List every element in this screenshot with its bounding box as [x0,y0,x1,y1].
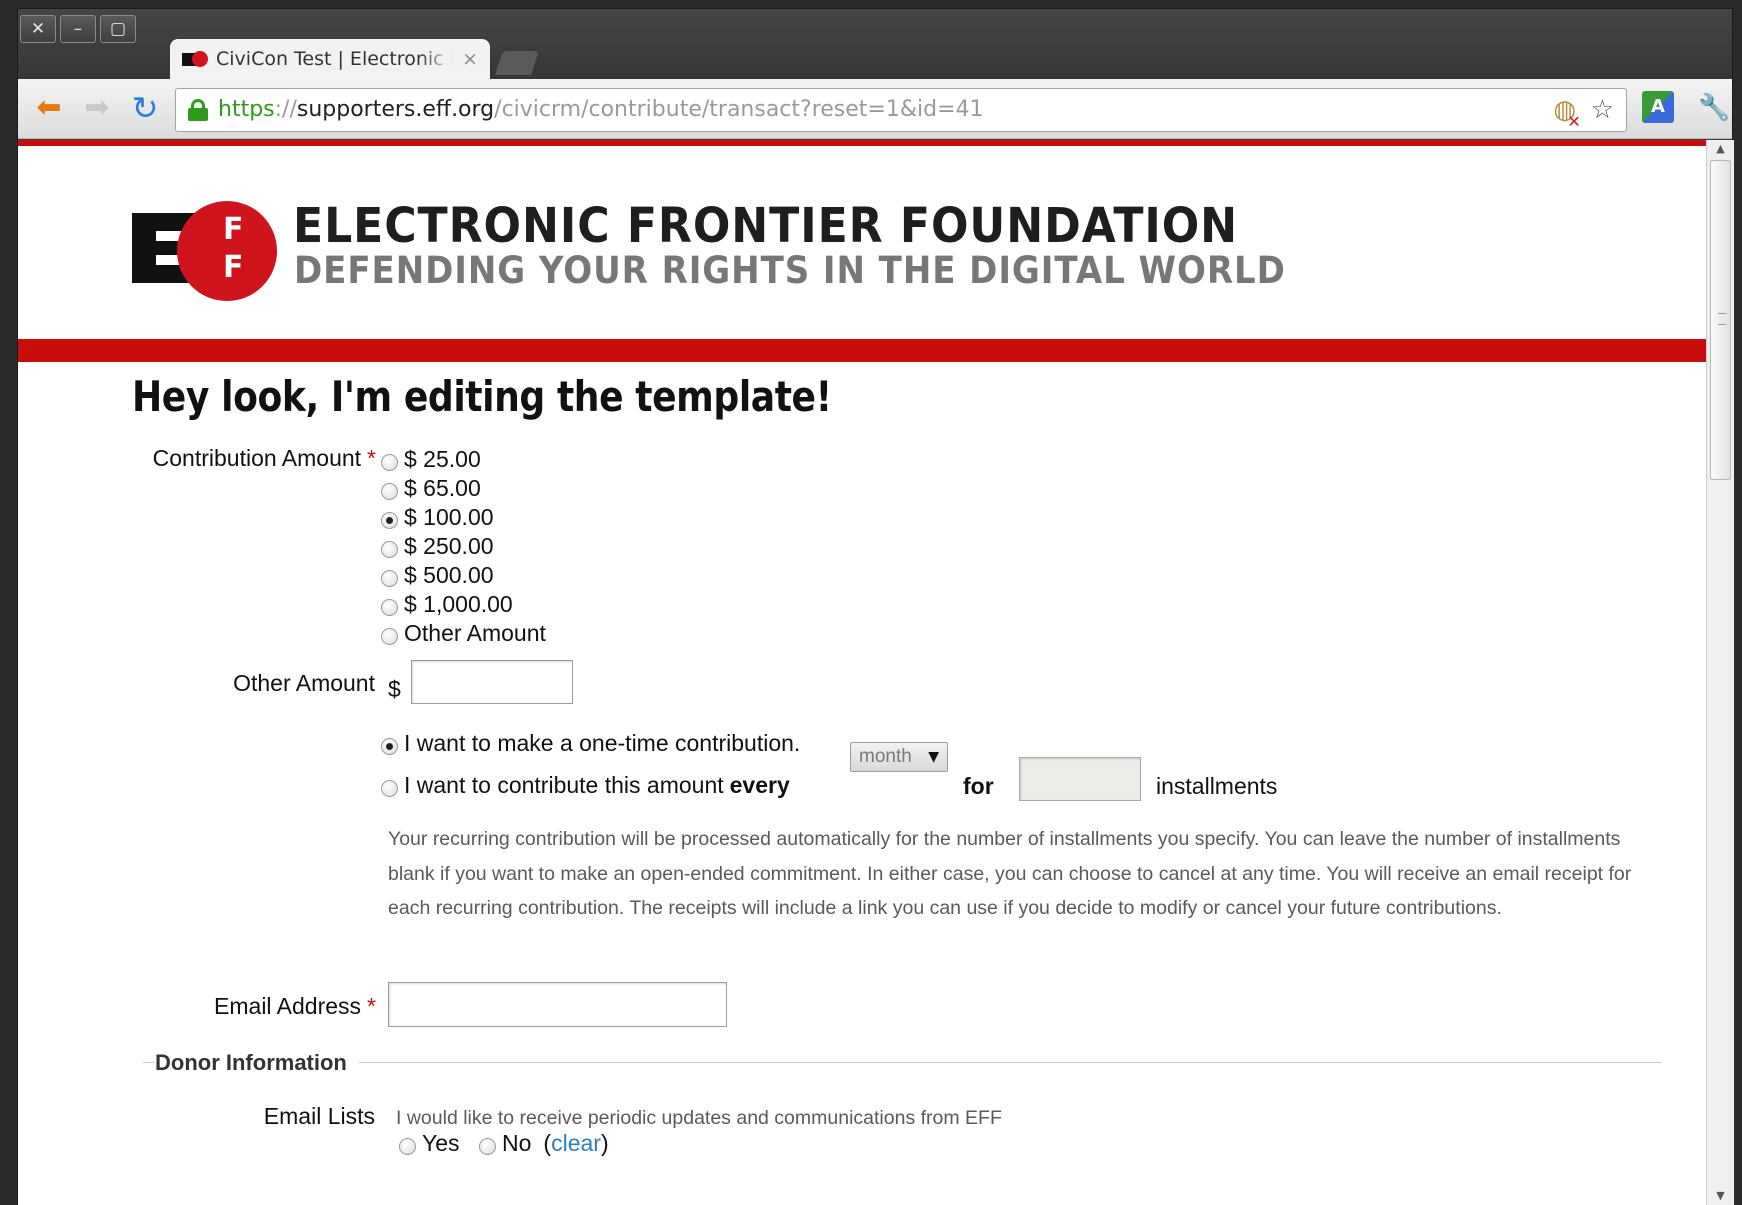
url-text[interactable]: https://supporters.eff.org/civicrm/contr… [218,97,984,122]
page-viewport: F F ELECTRONIC FRONTIER FOUNDATION DEFEN… [18,140,1706,1205]
amount-option-500[interactable]: $ 500.00 [381,561,494,590]
forward-arrow-icon[interactable]: ➡ [80,91,114,125]
frequency-unit-select[interactable]: month ▼ [850,742,948,772]
translate-icon[interactable]: A [1642,91,1674,123]
close-window-button[interactable]: ✕ [20,15,56,43]
org-tagline: DEFENDING YOUR RIGHTS IN THE DIGITAL WOR… [294,249,1286,292]
scroll-up-icon[interactable]: ▲ [1707,140,1734,158]
amount-option-65[interactable]: $ 65.00 [381,474,481,503]
amount-radio[interactable] [381,570,398,587]
page-title: Hey look, I'm editing the template! [132,372,832,421]
for-label: for [963,773,994,799]
amount-option-250[interactable]: $ 250.00 [381,532,494,561]
required-mark: * [367,993,376,1019]
tab-close-icon[interactable]: × [462,48,478,70]
chevron-down-icon: ▼ [928,749,939,765]
amount-radio[interactable] [381,628,398,645]
one-time-option[interactable]: I want to make a one-time contribution. [381,729,800,758]
amount-option-100[interactable]: $ 100.00 [381,503,494,532]
vertical-scrollbar[interactable]: ▲ ▼ [1706,140,1734,1205]
section-divider [143,1062,1661,1063]
email-lists-no-option[interactable]: No (clear) [479,1129,609,1158]
eff-favicon-icon [182,50,208,68]
reload-icon[interactable]: ↻ [128,91,162,125]
title-bar: ✕ – ▢ CiviCon Test | Electronic Frontier… [18,9,1732,79]
header-red-band [18,339,1706,362]
recurring-option[interactable]: I want to contribute this amount every [381,771,790,800]
maximize-window-button[interactable]: ▢ [100,15,136,43]
tab-title: CiviCon Test | Electronic Frontier Found… [216,48,454,70]
email-field[interactable] [388,982,727,1027]
org-name: ELECTRONIC FRONTIER FOUNDATION [293,198,1239,254]
installments-input[interactable] [1019,757,1141,801]
email-lists-yes-option[interactable]: Yes [399,1129,460,1158]
currency-symbol: $ [388,676,401,702]
cookie-blocked-icon[interactable]: ◍ ✕ [1553,95,1580,131]
amount-option-1000[interactable]: $ 1,000.00 [381,590,513,619]
amount-option-other[interactable]: Other Amount [381,619,546,648]
one-time-radio[interactable] [381,738,398,755]
other-amount-input[interactable] [411,660,573,704]
contribution-amount-label: Contribution Amount * [152,445,376,471]
amount-radio[interactable] [381,454,398,471]
site-header: F F ELECTRONIC FRONTIER FOUNDATION DEFEN… [18,146,1706,329]
other-amount-label: Other Amount [233,670,375,696]
amount-radio[interactable] [381,599,398,616]
amount-radio[interactable] [381,512,398,529]
email-address-label: Email Address * [214,993,376,1019]
clear-link[interactable]: clear [551,1130,601,1156]
new-tab-button[interactable] [495,51,539,75]
email-lists-description: I would like to receive periodic updates… [396,1107,1002,1129]
email-lists-label: Email Lists [263,1103,375,1129]
minimize-window-button[interactable]: – [60,15,96,43]
star-icon[interactable]: ☆ [1591,95,1614,125]
address-bar[interactable]: https://supporters.eff.org/civicrm/contr… [175,88,1627,132]
lock-icon [188,99,208,121]
installments-label: installments [1156,773,1278,799]
donor-information-heading: Donor Information [155,1050,359,1076]
required-mark: * [367,445,376,471]
back-arrow-icon[interactable]: ⬅ [32,91,66,125]
amount-option-25[interactable]: $ 25.00 [381,445,481,474]
yes-radio[interactable] [399,1138,416,1155]
scroll-down-icon[interactable]: ▼ [1707,1187,1734,1205]
wrench-icon[interactable]: 🔧 [1698,91,1730,125]
amount-radio[interactable] [381,483,398,500]
browser-window: ✕ – ▢ CiviCon Test | Electronic Frontier… [17,8,1734,1205]
recurring-help-text: Your recurring contribution will be proc… [388,828,1632,919]
recurring-radio[interactable] [381,780,398,797]
browser-tab[interactable]: CiviCon Test | Electronic Frontier Found… [170,39,490,79]
amount-radio[interactable] [381,541,398,558]
scroll-thumb[interactable] [1710,160,1731,480]
browser-toolbar: ⬅ ➡ ↻ https://supporters.eff.org/civicrm… [18,79,1732,139]
eff-logo-icon[interactable]: F F [132,201,278,301]
no-radio[interactable] [479,1138,496,1155]
